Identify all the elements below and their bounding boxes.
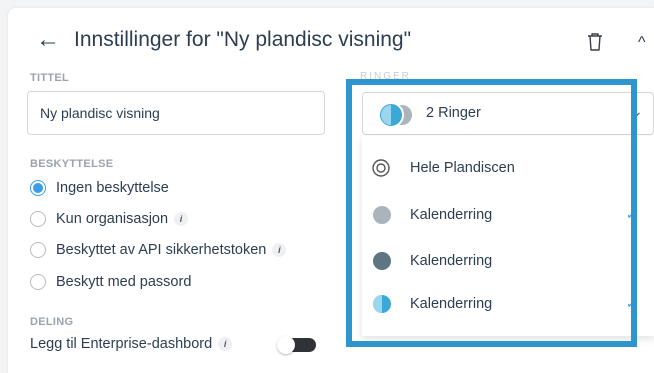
enterprise-dashboard-toggle[interactable] bbox=[277, 336, 316, 354]
title-section-label: TITTEL bbox=[30, 72, 70, 84]
enterprise-dashboard-row: Legg til Enterprise-dashbord i bbox=[30, 336, 233, 352]
radio-unselected-icon bbox=[30, 242, 46, 258]
back-arrow-icon[interactable]: ← bbox=[36, 28, 60, 52]
ring-icon bbox=[373, 295, 391, 313]
info-icon[interactable]: i bbox=[174, 212, 189, 226]
radio-selected-icon bbox=[30, 180, 46, 196]
radio-label: Ingen beskyttelse bbox=[56, 180, 169, 196]
rings-stack-icon bbox=[378, 102, 412, 128]
info-icon[interactable]: i bbox=[218, 337, 233, 351]
radio-label: Kun organisasjon bbox=[56, 211, 169, 227]
settings-header: ← Innstillinger for "Ny plandisc visning… bbox=[36, 28, 411, 52]
enterprise-dashboard-label: Legg til Enterprise-dashbord bbox=[30, 336, 213, 352]
dropdown-item-label: Kalenderring bbox=[410, 296, 493, 312]
title-input[interactable]: Ny plandisc visning bbox=[27, 91, 325, 135]
check-icon: ✓ bbox=[626, 296, 637, 311]
page-title: Innstillinger for "Ny plandisc visning" bbox=[74, 28, 412, 51]
collapse-icon[interactable]: ^ bbox=[638, 34, 646, 52]
radio-label: Beskyttet av API sikkerhetstoken bbox=[56, 242, 267, 258]
rings-select-value: 2 Ringer bbox=[426, 105, 481, 121]
target-icon bbox=[372, 159, 390, 177]
rings-select[interactable]: 2 Ringer ⌄ bbox=[362, 92, 654, 135]
protection-section-label: BESKYTTELSE bbox=[30, 158, 114, 170]
rings-field-label: RINGER bbox=[360, 71, 411, 82]
info-icon[interactable]: i bbox=[272, 243, 287, 257]
check-icon: ✓ bbox=[626, 207, 637, 222]
radio-passord[interactable]: Beskytt med passord bbox=[30, 274, 191, 290]
ring-icon bbox=[373, 206, 391, 224]
radio-label: Beskytt med passord bbox=[56, 274, 192, 290]
rings-dropdown: Hele Plandiscen Kalenderring ✓ Kalenderr… bbox=[362, 136, 654, 336]
radio-api-token[interactable]: Beskyttet av API sikkerhetstoken i bbox=[30, 242, 287, 258]
dropdown-item-hele-plandiscen[interactable]: Hele Plandiscen bbox=[362, 146, 654, 190]
radio-ingen-beskyttelse[interactable]: Ingen beskyttelse bbox=[30, 180, 169, 196]
trash-icon[interactable] bbox=[586, 32, 604, 52]
dropdown-item-kalenderring-2[interactable]: Kalenderring bbox=[362, 239, 654, 283]
radio-kun-organisasjon[interactable]: Kun organisasjon i bbox=[30, 211, 189, 227]
dropdown-item-label: Kalenderring bbox=[410, 253, 493, 269]
dropdown-item-label: Hele Plandiscen bbox=[410, 160, 515, 176]
dropdown-item-kalenderring-1[interactable]: Kalenderring ✓ bbox=[362, 193, 654, 237]
chevron-down-icon: ⌄ bbox=[631, 103, 643, 119]
dropdown-item-kalenderring-3[interactable]: Kalenderring ✓ bbox=[362, 282, 654, 326]
dropdown-item-label: Kalenderring bbox=[410, 207, 493, 223]
radio-unselected-icon bbox=[30, 211, 46, 227]
ring-icon bbox=[373, 252, 391, 270]
sharing-section-label: DELING bbox=[30, 316, 74, 328]
title-input-value: Ny plandisc visning bbox=[40, 105, 160, 121]
radio-unselected-icon bbox=[30, 274, 46, 290]
